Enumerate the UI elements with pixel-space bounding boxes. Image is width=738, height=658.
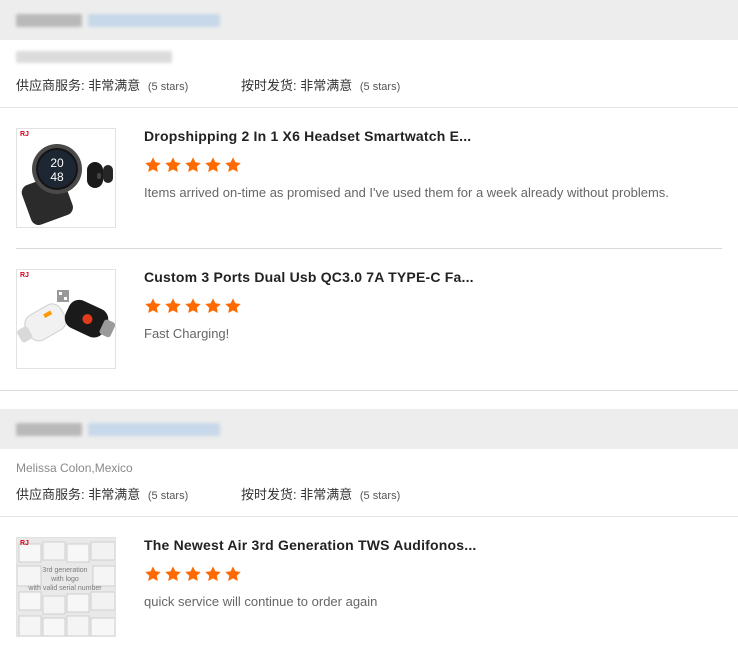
review-text: Fast Charging! bbox=[144, 326, 230, 341]
smartwatch-image: 20 48 bbox=[17, 129, 115, 227]
product-thumbnail[interactable]: RJ bbox=[16, 269, 116, 369]
star-rating bbox=[144, 156, 242, 174]
thumb-caption: with logo bbox=[50, 576, 79, 583]
rating-on-time-delivery: 按时发货: 非常满意 (5 stars) bbox=[241, 484, 400, 503]
review-text: Items arrived on-time as promised and I'… bbox=[144, 185, 669, 200]
rating-stars-text: (5 stars) bbox=[147, 81, 189, 93]
star-icon bbox=[165, 566, 181, 582]
star-icon bbox=[185, 157, 201, 173]
star-icon bbox=[225, 566, 241, 582]
star-icon bbox=[205, 298, 221, 314]
review-item: RJ Custom 3 Ports Dual Usb QC3.0 7A TYPE… bbox=[16, 249, 722, 390]
brand-badge: RJ bbox=[20, 540, 29, 547]
star-icon bbox=[165, 298, 181, 314]
order-block-2: Melissa Colon,Mexico 供应商服务: 非常满意 (5 star… bbox=[0, 409, 738, 658]
buyer-name: Melissa Colon,Mexico bbox=[16, 461, 133, 475]
watch-time-top: 20 bbox=[50, 156, 64, 170]
product-title[interactable]: Custom 3 Ports Dual Usb QC3.0 7A TYPE-C … bbox=[144, 269, 474, 285]
product-title[interactable]: Dropshipping 2 In 1 X6 Headset Smartwatc… bbox=[144, 128, 471, 144]
product-thumbnail[interactable]: 3rd generation with logo with valid seri… bbox=[16, 537, 116, 637]
rating-supplier-service: 供应商服务: 非常满意 (5 stars) bbox=[16, 75, 188, 94]
star-icon bbox=[225, 157, 241, 173]
rating-value: 非常满意 bbox=[300, 487, 353, 502]
star-rating bbox=[144, 297, 242, 315]
product-thumbnail[interactable]: 20 48 RJ bbox=[16, 128, 116, 228]
rating-value: 非常满意 bbox=[300, 78, 353, 93]
buyer-info: Melissa Colon,Mexico 供应商服务: 非常满意 (5 star… bbox=[0, 449, 738, 517]
redacted-order-link[interactable] bbox=[88, 14, 220, 27]
star-icon bbox=[225, 298, 241, 314]
brand-badge: RJ bbox=[20, 272, 29, 279]
order-block-1: 供应商服务: 非常满意 (5 stars) 按时发货: 非常满意 (5 star… bbox=[0, 0, 738, 390]
redacted-buyer-name bbox=[16, 51, 172, 63]
review-item: 20 48 RJ Dropshipping 2 In 1 X6 Headset … bbox=[16, 108, 722, 249]
rating-on-time-delivery: 按时发货: 非常满意 (5 stars) bbox=[241, 75, 400, 94]
car-charger-image bbox=[17, 270, 115, 368]
rating-label: 供应商服务: bbox=[16, 78, 85, 93]
redacted-order-id bbox=[16, 14, 82, 27]
review-text: quick service will continue to order aga… bbox=[144, 594, 378, 609]
order-header bbox=[0, 409, 738, 449]
rating-stars-text: (5 stars) bbox=[359, 81, 401, 93]
redacted-order-link[interactable] bbox=[88, 423, 220, 436]
buyer-info: 供应商服务: 非常满意 (5 stars) 按时发货: 非常满意 (5 star… bbox=[0, 40, 738, 108]
rating-stars-text: (5 stars) bbox=[147, 490, 189, 502]
rating-value: 非常满意 bbox=[88, 78, 141, 93]
rating-label: 按时发货: bbox=[241, 487, 297, 502]
star-icon bbox=[145, 298, 161, 314]
redacted-order-id bbox=[16, 423, 82, 436]
product-title[interactable]: The Newest Air 3rd Generation TWS Audifo… bbox=[144, 537, 477, 553]
rating-label: 供应商服务: bbox=[16, 487, 85, 502]
watch-time-bottom: 48 bbox=[50, 170, 64, 184]
star-icon bbox=[165, 157, 181, 173]
star-rating bbox=[144, 565, 242, 583]
rating-supplier-service: 供应商服务: 非常满意 (5 stars) bbox=[16, 484, 188, 503]
star-icon bbox=[145, 157, 161, 173]
order-header bbox=[0, 0, 738, 40]
rating-value: 非常满意 bbox=[88, 487, 141, 502]
thumb-caption: with valid serial number bbox=[27, 585, 102, 592]
rating-label: 按时发货: bbox=[241, 78, 297, 93]
star-icon bbox=[205, 157, 221, 173]
rating-stars-text: (5 stars) bbox=[359, 490, 401, 502]
star-icon bbox=[145, 566, 161, 582]
thumb-caption: 3rd generation bbox=[42, 567, 87, 574]
order-divider bbox=[0, 390, 738, 409]
star-icon bbox=[185, 566, 201, 582]
review-item: 3rd generation with logo with valid seri… bbox=[16, 517, 722, 658]
brand-badge: RJ bbox=[20, 131, 29, 138]
earbuds-boxes-image: 3rd generation with logo with valid seri… bbox=[17, 538, 115, 636]
star-icon bbox=[185, 298, 201, 314]
star-icon bbox=[205, 566, 221, 582]
